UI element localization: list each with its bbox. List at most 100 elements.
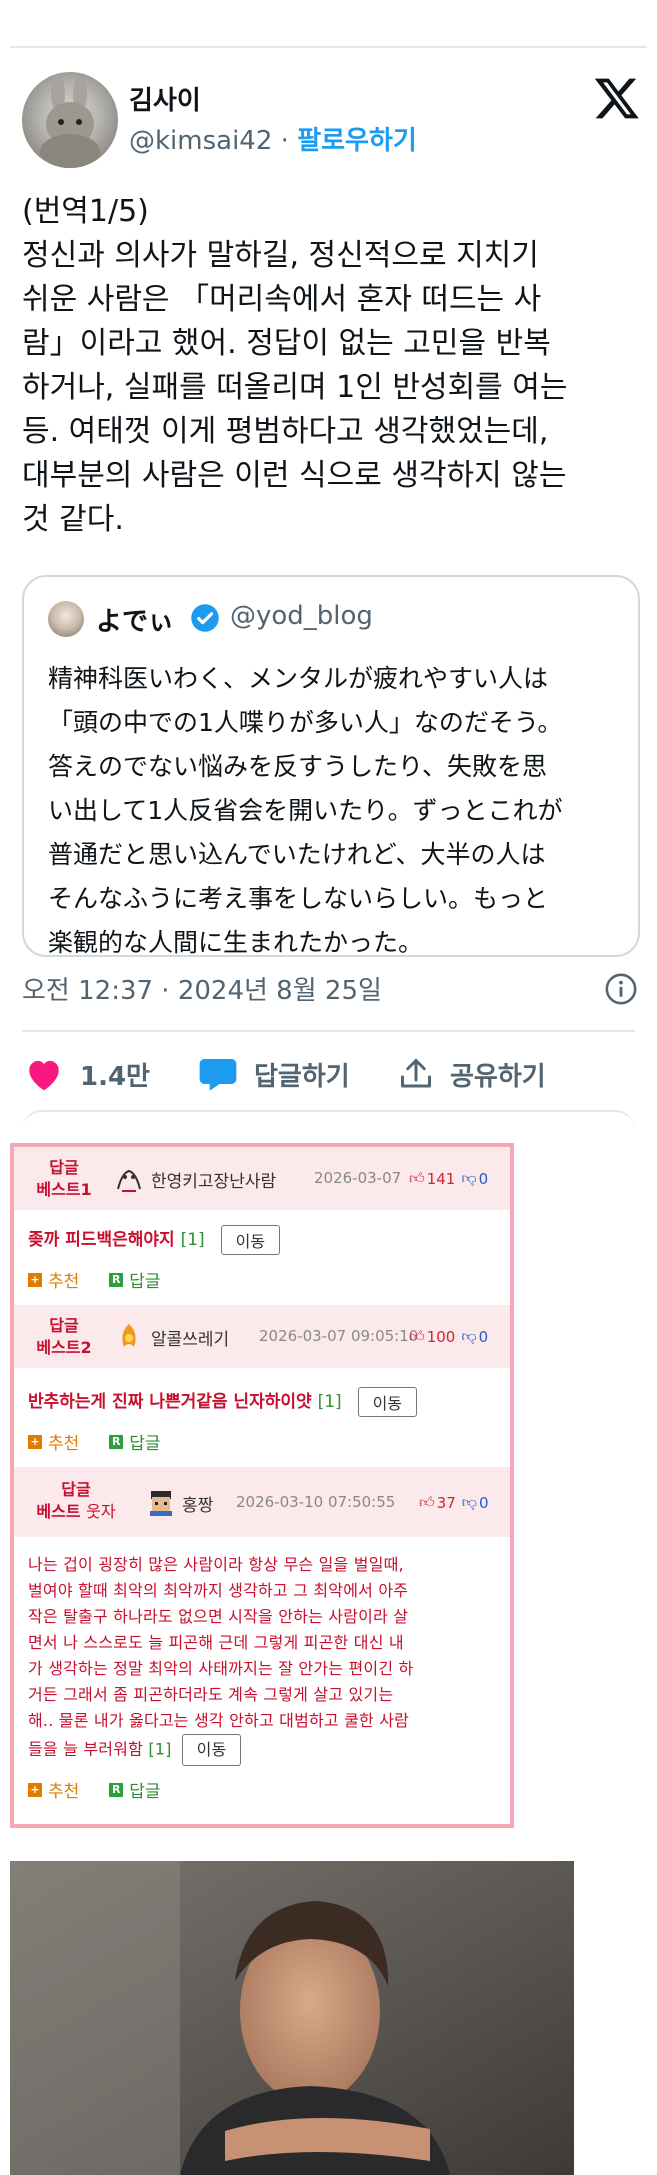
downvote-count: 0 [478,1327,489,1346]
quote-text-line: 楽観的な人間に生まれたかった。 [48,928,424,957]
plus-icon: + [28,1434,42,1449]
comment-text: 반추하는게 진짜 나쁜거같음 닌자하이얏 [28,1392,312,1412]
display-name[interactable]: 김사이 [129,80,201,117]
badge-line: 베스트1 [36,1180,92,1199]
upvote-count: 100 [426,1327,456,1346]
upvote-count: 37 [436,1493,456,1512]
quote-avatar[interactable] [48,601,84,637]
tweet-text-line: 쉬운 사람은 「머리속에서 혼자 떠드는 사 [22,282,542,317]
share-icon [401,1059,431,1088]
comment-username[interactable]: 홍짱 [182,1491,213,1516]
reply-r-icon: R [109,1272,124,1287]
comment-text-line: 면서 나 스스로도 늘 피곤해 근데 그렇게 피곤한 대신 내 [28,1633,404,1652]
best-comments-panel: 답글 베스트1 한영키고장난사람 2026-03-07 👍︎ 141 👎︎ 0 좆까… [10,1143,514,1828]
comment-reply-button[interactable]: R 답글 [109,1429,161,1454]
divider [10,46,647,48]
comment-text-line: 벌여야 할때 최악의 최악까지 생각하고 그 최악에서 아주 [28,1581,409,1600]
heart-icon [29,1060,59,1091]
downvote-count: 0 [479,1493,489,1512]
thumbs-up-icon[interactable]: 👍︎ [419,1493,435,1512]
move-button[interactable]: 이동 [357,1387,418,1417]
action-bar: 1.4만 답글하기 공유하기 [0,1052,657,1096]
reply-label: 답글하기 [254,1061,350,1092]
downvote-count: 0 [478,1169,489,1188]
best-badge: 답글 베스트1 [24,1157,104,1201]
badge-line: 답글 [49,1316,79,1335]
thumbs-up-icon[interactable]: 👍︎ [409,1327,425,1346]
comment-reply-label: 답글 [129,1782,161,1802]
comment-text-line: 거든 그래서 좀 피곤하더라도 계속 그렇게 살고 있기는 [28,1685,394,1704]
badge-line: 답글 [61,1480,91,1499]
quote-text-line: 普通だと思い込んでいたけれど、大半の人は [48,840,546,869]
like-count: 1.4만 [80,1061,150,1092]
quote-handle[interactable]: @yod_blog [230,601,373,631]
comment-reply-label: 답글 [129,1434,161,1454]
plus-icon: + [28,1782,42,1797]
user-level-icon [150,1491,172,1516]
recommend-label: 추천 [48,1434,80,1454]
upvote-count: 141 [426,1169,456,1188]
user-level-icon [117,1169,141,1192]
comment-actions: + 추천 R 답글 [28,1429,161,1454]
reply-count: [1] [148,1739,172,1759]
plus-icon: + [28,1272,42,1287]
thumbs-down-icon[interactable]: 👎︎ [461,1327,476,1346]
quoted-tweet[interactable]: よでぃ @yod_blog 精神科医いわく、メンタルが疲れやすい人は 「頭の中で… [22,575,640,957]
comment-text-line: 나는 겁이 굉장히 많은 사람이라 항상 무슨 일을 벌일때, [28,1555,404,1574]
comment-text: 들을 늘 부러워함 [28,1739,144,1759]
share-label: 공유하기 [450,1061,546,1092]
divider [22,1030,635,1032]
badge-line: 웃자 [86,1502,116,1521]
tweet-text-line: 하거나, 실패를 떠올리며 1인 반성회를 여는 [22,370,568,405]
recommend-button[interactable]: + 추천 [28,1267,79,1292]
comment-reply-label: 답글 [129,1272,161,1292]
tweet-timestamp[interactable]: 오전 12:37 · 2024년 8월 25일 [22,970,382,1007]
verified-badge-icon [191,604,219,632]
info-icon[interactable] [604,972,638,1006]
x-logo-icon[interactable] [593,74,641,122]
comment-header: 답글 베스트 웃자 홍짱 2026-03-10 07:50:55 👍︎ 37 👎︎… [14,1467,510,1537]
thumbs-down-icon[interactable]: 👎︎ [461,1169,476,1188]
quote-text-line: そんなふうに考え事をしないらしい。もっと [48,884,549,913]
tweet-text-line: 대부분의 사람은 이런 식으로 생각하지 않는 [22,458,567,493]
comment-votes: 👍︎ 37 👎︎ 0 [419,1493,489,1512]
comment-header: 답글 베스트2 알콜쓰레기 2026-03-07 09:05:10 👍︎ 100 … [14,1305,510,1368]
comment-username[interactable]: 한영키고장난사람 [151,1167,276,1192]
quote-text-line: い出して1人反省会を開いたり。ずっとこれが [48,796,563,825]
comment-votes: 👍︎ 100 👎︎ 0 [409,1327,488,1346]
comment-body: 좆까 피드백은해야지 [1] 이동 [28,1225,281,1255]
move-button[interactable]: 이동 [181,1734,242,1766]
comment-reply-button[interactable]: R 답글 [109,1777,161,1802]
quote-display-name[interactable]: よでぃ [96,601,174,638]
user-level-icon [122,1324,136,1347]
photo-image [10,1861,574,2175]
comment-text-line: 들을 늘 부러워함 [1] 이동 [28,1734,502,1766]
separator: · [272,126,298,156]
thumbs-up-icon[interactable]: 👍︎ [409,1169,425,1188]
follow-button[interactable]: 팔로우하기 [297,126,417,156]
reply-count: [1] [180,1230,205,1250]
user-handle[interactable]: @kimsai42 [129,126,272,156]
avatar[interactable] [22,72,118,168]
comment-reply-button[interactable]: R 답글 [109,1267,161,1292]
comment-body: 반추하는게 진짜 나쁜거같음 닌자하이얏 [1] 이동 [28,1387,418,1417]
tweet-card: 김사이 @kimsai42 · 팔로우하기 (번역1/5) 정신과 의사가 말하… [0,0,657,1115]
recommend-label: 추천 [48,1272,80,1292]
reply-bubble-icon [199,1059,237,1091]
like-button[interactable]: 1.4만 [24,1052,150,1096]
comment-header: 답글 베스트1 한영키고장난사람 2026-03-07 👍︎ 141 👎︎ 0 [14,1147,510,1210]
thumbs-down-icon[interactable]: 👎︎ [462,1493,477,1512]
tweet-text-line: 람」이라고 했어. 정답이 없는 고민을 반복 [22,326,551,361]
share-button[interactable]: 공유하기 [398,1052,546,1096]
handle-row: @kimsai42 · 팔로우하기 [129,120,417,157]
recommend-button[interactable]: + 추천 [28,1429,79,1454]
comment-date: 2026-03-10 07:50:55 [236,1493,396,1511]
move-button[interactable]: 이동 [220,1225,281,1255]
comment-username[interactable]: 알콜쓰레기 [151,1325,229,1350]
badge-line: 베스트2 [36,1338,92,1357]
comment-actions: + 추천 R 답글 [28,1267,161,1292]
recommend-button[interactable]: + 추천 [28,1777,79,1802]
divider [22,1110,635,1130]
recommend-label: 추천 [48,1782,80,1802]
reply-button[interactable]: 답글하기 [198,1052,350,1096]
